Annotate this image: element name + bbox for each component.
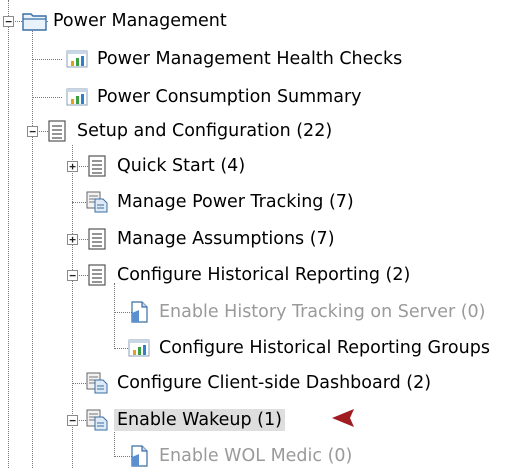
- list-icon: [86, 228, 108, 250]
- list-icon: [86, 155, 108, 177]
- policy-doc-icon: [86, 372, 108, 394]
- annotation-arrow-icon: [332, 409, 459, 427]
- document-icon: [128, 301, 150, 323]
- collapse-toggle[interactable]: −: [67, 270, 78, 281]
- tree-node-label: Manage Power Tracking (7): [117, 192, 354, 212]
- tree-node-label: Configure Client-side Dashboard (2): [117, 373, 432, 393]
- folder-icon: [22, 10, 47, 32]
- collapse-toggle[interactable]: −: [67, 415, 78, 426]
- tree-node-label: Enable History Tracking on Server (0): [159, 302, 486, 322]
- tree-node-health-checks[interactable]: Power Management Health Checks: [66, 45, 405, 73]
- tree-line: [32, 97, 62, 98]
- tree-line: [32, 59, 62, 60]
- tree-node-label: Power Management Health Checks: [97, 49, 403, 69]
- navigation-tree: − − + + − − Power Management Power Manag…: [0, 0, 523, 468]
- collapse-toggle[interactable]: −: [27, 126, 38, 137]
- tree-node-historical-reporting-groups[interactable]: Configure Historical Reporting Groups: [128, 334, 493, 362]
- tree-node-consumption-summary[interactable]: Power Consumption Summary: [66, 83, 365, 111]
- tree-node-label: Manage Assumptions (7): [117, 229, 335, 249]
- expand-toggle[interactable]: +: [67, 234, 78, 245]
- tree-node-manage-assumptions[interactable]: Manage Assumptions (7): [86, 225, 338, 253]
- tree-node-label: Setup and Configuration (22): [77, 121, 333, 141]
- tree-node-power-management[interactable]: Power Management: [22, 7, 230, 35]
- tree-line: [32, 26, 33, 468]
- policy-doc-icon: [86, 409, 108, 431]
- tree-node-label: Configure Historical Reporting (2): [117, 265, 411, 285]
- report-chart-icon: [66, 48, 88, 70]
- tree-node-setup-configuration[interactable]: Setup and Configuration (22): [46, 117, 335, 145]
- tree-node-label: Power Consumption Summary: [97, 87, 362, 107]
- expand-toggle[interactable]: +: [67, 161, 78, 172]
- report-chart-icon: [128, 337, 150, 359]
- tree-node-enable-wakeup[interactable]: Enable Wakeup (1): [86, 406, 285, 434]
- collapse-toggle[interactable]: −: [3, 16, 14, 27]
- tree-node-client-dashboard[interactable]: Configure Client-side Dashboard (2): [86, 369, 434, 397]
- tree-node-label: Enable WOL Medic (0): [159, 446, 353, 466]
- tree-node-wol-medic[interactable]: Enable WOL Medic (0): [128, 442, 355, 470]
- tree-node-historical-reporting[interactable]: Configure Historical Reporting (2): [86, 261, 413, 289]
- tree-node-label: Quick Start (4): [117, 156, 246, 176]
- tree-node-manage-power-tracking[interactable]: Manage Power Tracking (7): [86, 188, 357, 216]
- list-icon: [46, 120, 68, 142]
- list-icon: [86, 264, 108, 286]
- tree-node-history-tracking[interactable]: Enable History Tracking on Server (0): [128, 298, 489, 326]
- tree-node-label: Configure Historical Reporting Groups: [159, 338, 490, 358]
- policy-doc-icon: [86, 191, 108, 213]
- tree-node-label: Power Management: [53, 11, 227, 31]
- tree-node-label: Enable Wakeup (1): [114, 409, 285, 431]
- tree-line: [114, 283, 115, 349]
- tree-node-quick-start[interactable]: Quick Start (4): [86, 152, 248, 180]
- report-chart-icon: [66, 86, 88, 108]
- document-icon: [128, 445, 150, 467]
- tree-line: [8, 0, 9, 468]
